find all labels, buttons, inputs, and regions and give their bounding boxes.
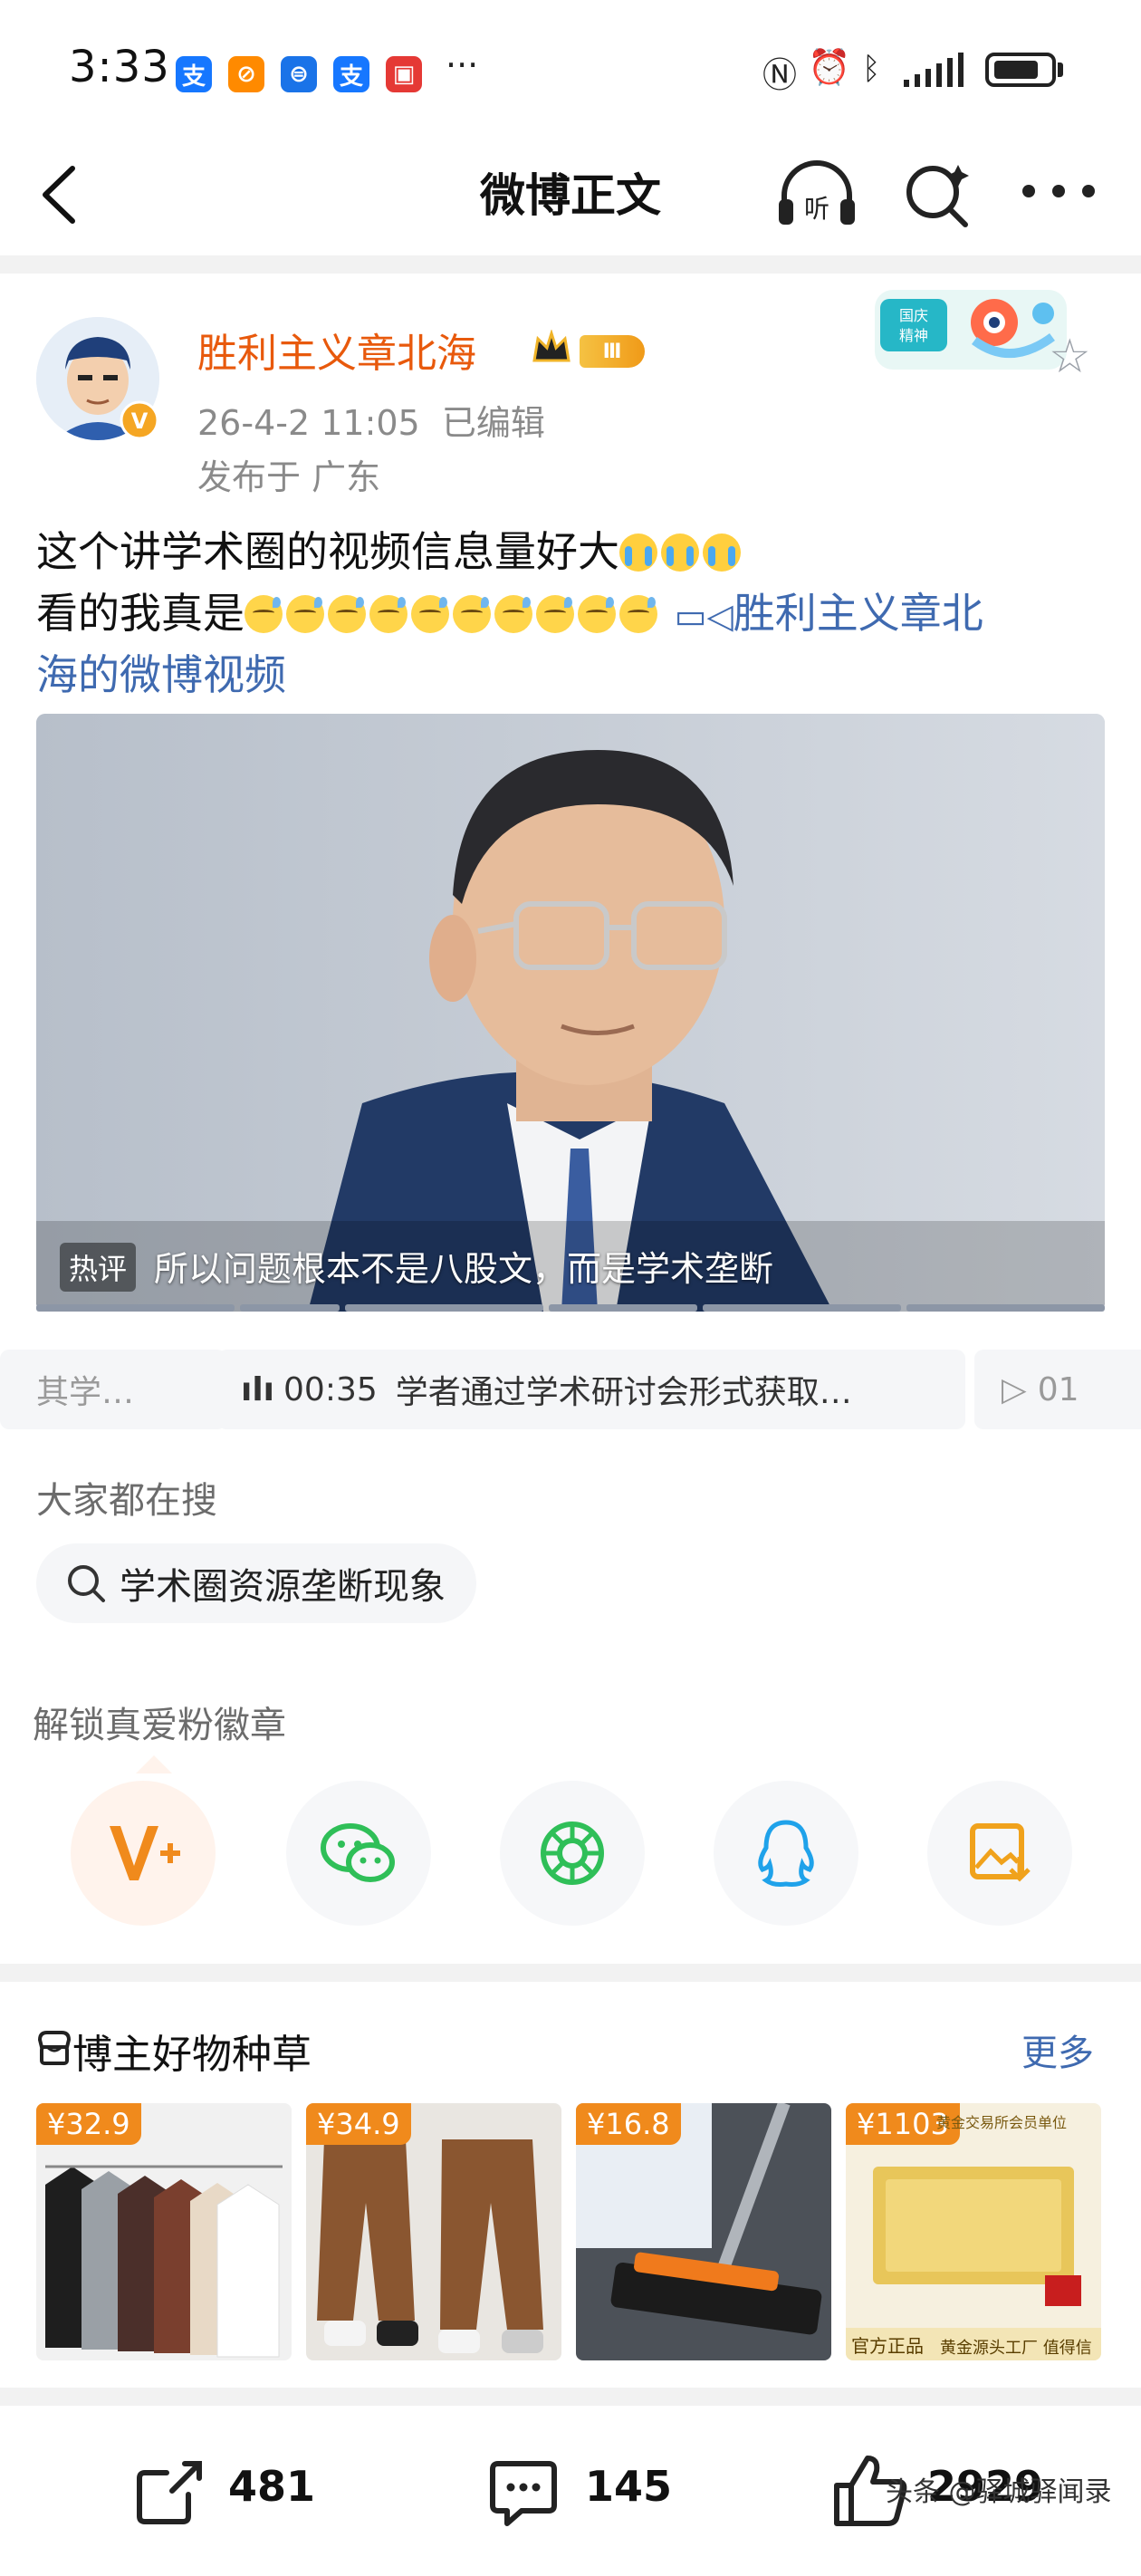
video-progress-segments [36,1304,1105,1312]
sweat-emoji-icon [536,595,574,633]
battery-level [994,61,1038,79]
bluetooth-icon: ᛒ [862,51,881,87]
sweat-emoji-icon [244,595,283,633]
goods-price: ¥32.9 [36,2103,141,2145]
svg-text:V: V [131,409,149,434]
video-link[interactable]: ▭◁胜利主义章北 [675,589,983,638]
comment-count[interactable]: 145 [585,2462,672,2511]
post-time: 26-4-2 11:05 [197,403,420,443]
audio-bars-icon: ılı [241,1370,275,1408]
svg-text:国庆: 国庆 [899,307,928,324]
battery-icon [985,53,1056,87]
post-location: 发布于 广东 [197,457,381,497]
v-plus-icon [110,1826,180,1880]
svg-text:听: 听 [804,194,829,224]
unlock-fan-badge-label[interactable]: 解锁真爱粉徽章 [33,1696,286,1748]
shop-bag-icon [37,2031,72,2065]
app-orange-icon: ⊘ [228,56,264,92]
goods-item-tshirts[interactable]: ¥32.9 [36,2103,292,2360]
goods-item-pants[interactable]: ¥34.9 [306,2103,561,2360]
goods-item-caption: 官方正品 [851,2335,924,2357]
sweat-emoji-icon [453,595,491,633]
video-camera-icon: ▭◁ [674,596,734,636]
sweat-emoji-icon [411,595,449,633]
divider [0,255,1141,274]
sweat-emoji-icon [286,595,324,633]
wechat-icon [321,1823,395,1882]
tooltip-pointer [136,1755,172,1773]
divider [0,1964,1141,1982]
trending-search-title: 大家都在搜 [36,1480,217,1522]
trending-search-chip[interactable]: 学术圈资源垄断现象 [36,1543,476,1623]
goods-item-footer: 黄金源头工厂 值得信赖 [940,2339,1092,2358]
play-icon: ▷ [1002,1370,1027,1408]
hot-comment-tag: 热评 [60,1243,137,1292]
edited-label[interactable]: 已编辑 [442,403,545,443]
fan-badge-button[interactable] [71,1781,216,1926]
post-text-line1: 这个讲学术圈的视频信息量好大 [36,522,744,582]
more-menu-icon[interactable] [1018,178,1099,205]
sweat-emoji-icon [369,595,408,633]
app-blue-icon: ⊜ [281,56,317,92]
favorite-star-icon[interactable]: ☆ [1049,330,1091,384]
goods-price: ¥34.9 [306,2103,411,2145]
share-moments-button[interactable] [500,1781,645,1926]
goods-item-broom[interactable]: ¥16.8 [576,2103,831,2360]
chapter-item-current[interactable]: ılı 00:35 学者通过学术研讨会形式获取… [217,1350,965,1429]
search-icon [68,1565,105,1602]
goods-section-title: 博主好物种草 [72,2032,312,2078]
post-text-line2: 看的我真是 ▭◁胜利主义章北 [36,589,983,638]
status-time: 3:33 [69,42,170,92]
signal-icon [904,53,964,87]
crying-emoji-icon [703,533,741,572]
watermark: 头条 @驿城驿闻录 [886,2476,1112,2508]
qq-icon [758,1820,814,1887]
goods-item-gold[interactable]: ¥1103 黄金交易所会员单位 官方正品 黄金源头工厂 值得信赖 [846,2103,1101,2360]
video-link-line2[interactable]: 海的微博视频 [36,645,286,705]
repost-count[interactable]: 481 [228,2462,315,2511]
crying-emoji-icon [619,533,657,572]
chapter-item-prev[interactable]: 其学… [0,1350,226,1429]
chapter-title: 学者通过学术研讨会形式获取… [395,1374,852,1411]
moments-icon [541,1821,604,1885]
app-red-icon: ▣ [386,56,422,92]
sweat-emoji-icon [619,595,657,633]
sweat-emoji-icon [494,595,532,633]
verified-badge-icon: V [120,400,159,440]
divider [0,2388,1141,2406]
member-level-badge[interactable]: Ⅲ [580,335,645,368]
share-qq-button[interactable] [714,1781,858,1926]
sweat-emoji-icon [578,595,616,633]
save-image-button[interactable] [927,1781,1072,1926]
repost-icon[interactable] [130,2455,206,2531]
chapter-time: 00:35 [283,1370,378,1408]
username[interactable]: 胜利主义章北海 [197,321,476,379]
more-notifications-icon: ··· [446,45,479,85]
crying-emoji-icon [661,533,699,572]
chapter-item-next[interactable]: ▷ 01 [974,1350,1141,1429]
post-date: 26-4-2 11:05 已编辑 [197,395,545,445]
crown-icon [532,330,570,362]
share-wechat-button[interactable] [286,1781,431,1926]
nfc-icon: Ⓝ [762,55,798,95]
alipay-icon: 支 [176,56,212,92]
svg-text:精神: 精神 [899,327,928,344]
sweat-emoji-icon [328,595,366,633]
search-icon[interactable] [902,159,974,232]
goods-more-link[interactable]: 更多 [1021,2023,1094,2076]
holiday-badge-icon[interactable]: 国庆 精神 [875,286,1067,373]
alarm-icon: ⏰ [808,47,851,87]
alipay-icon-2: 支 [333,56,369,92]
battery-tip [1058,62,1063,77]
goods-price: ¥16.8 [576,2103,681,2145]
save-image-icon [970,1823,1031,1882]
comment-icon[interactable] [485,2455,561,2531]
listen-icon[interactable]: 听 [773,159,860,232]
goods-item-banner: 黄金交易所会员单位 [936,2114,1068,2131]
video-player[interactable] [36,714,1105,1312]
hot-comment-text: 所以问题根本不是八股文，而是学术垄断 [154,1249,774,1289]
